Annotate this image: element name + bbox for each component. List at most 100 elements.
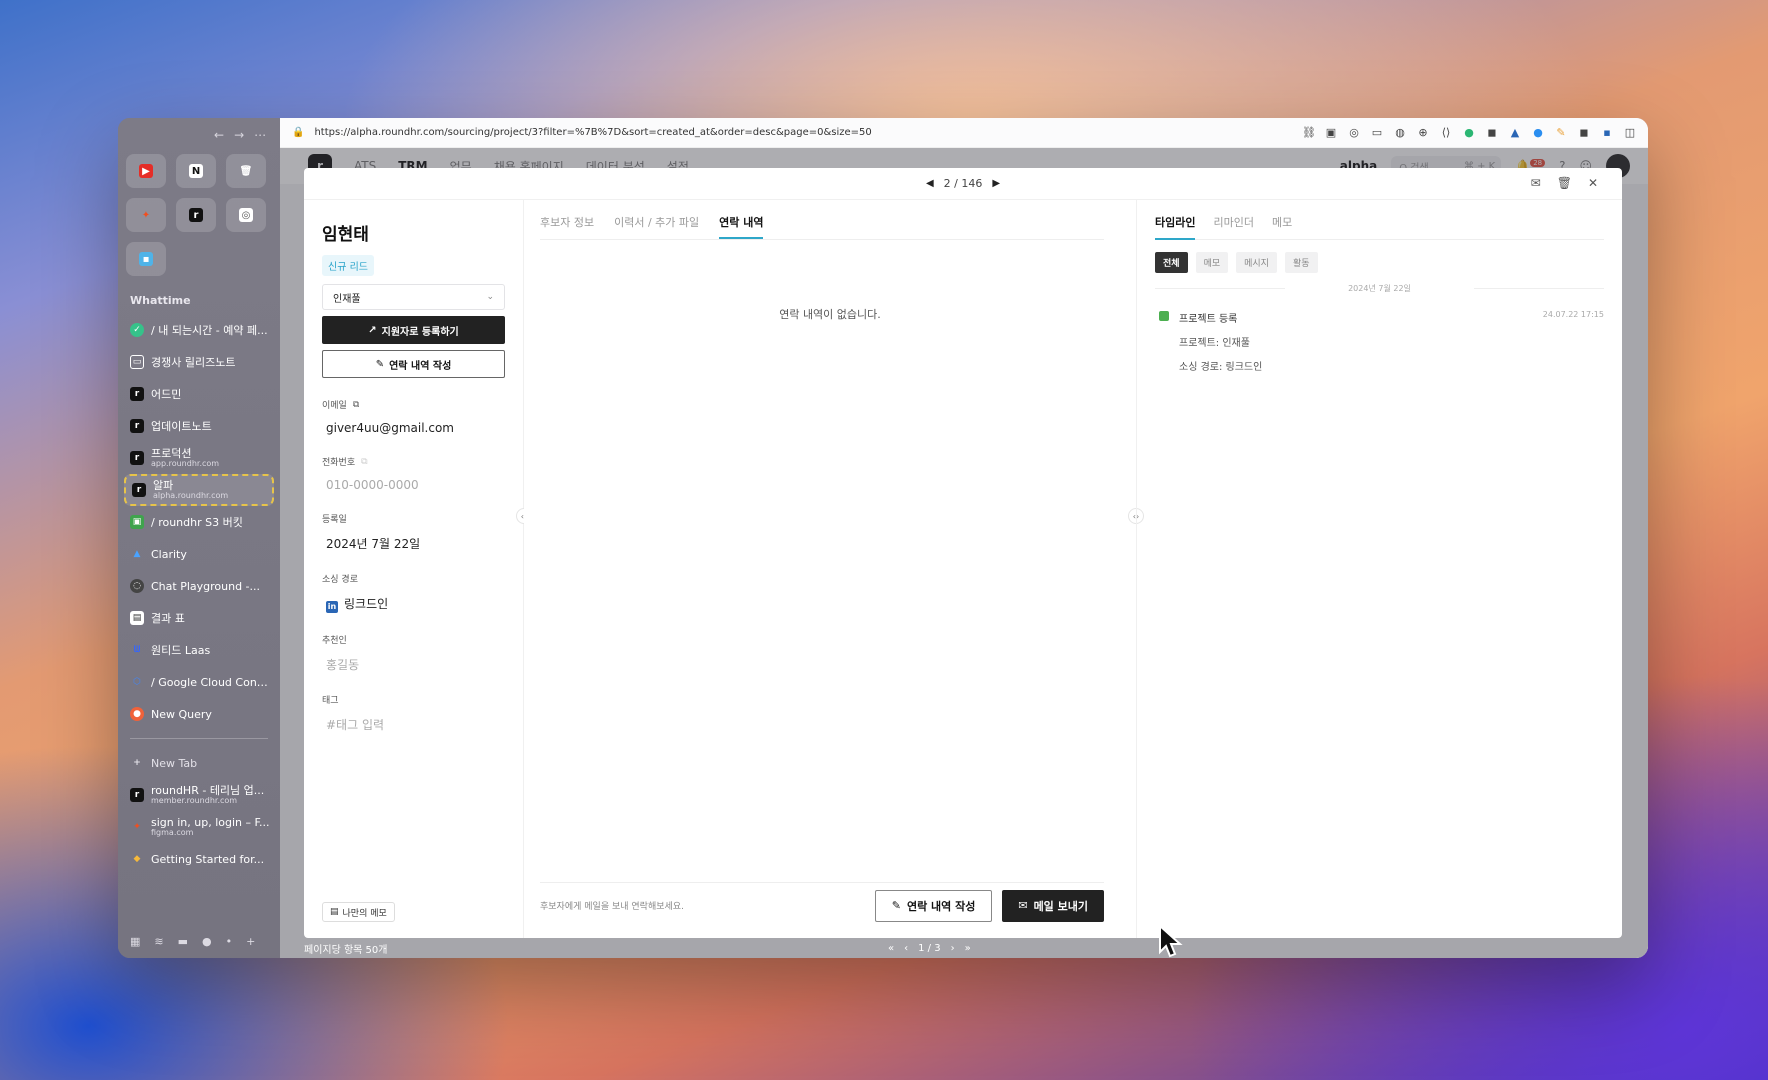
globe-icon[interactable]: ◍ <box>1394 126 1406 139</box>
roundhr-icon[interactable]: ◼ <box>1578 126 1590 139</box>
source-text: 링크드인 <box>344 597 389 611</box>
tab-resume-files[interactable]: 이력서 / 추가 파일 <box>614 214 699 239</box>
address-bar[interactable]: 🔒 https://alpha.roundhr.com/sourcing/pro… <box>280 118 1648 148</box>
pinned-youtube[interactable]: ▶ <box>126 154 166 188</box>
send-mail-label: 메일 보내기 <box>1033 899 1088 913</box>
tab-reminder[interactable]: 리마인더 <box>1213 214 1253 239</box>
project-select[interactable]: 인재풀 ⌄ <box>322 284 505 310</box>
sidebar-tab[interactable]: ◌ Chat Playground -... <box>124 570 274 602</box>
sidebar-tab[interactable]: r 프로덕션 app.roundhr.com <box>124 442 274 474</box>
sidebar-tab[interactable]: ✦ sign in, up, login – F... figma.com <box>124 811 274 843</box>
pinned-notion[interactable]: N <box>176 154 216 188</box>
contact-hint: 후보자에게 메일을 보내 연락해보세요. <box>540 902 684 912</box>
tab-contact-history[interactable]: 연락 내역 <box>719 214 764 239</box>
first-page-icon[interactable]: « <box>888 943 894 954</box>
pinned-app[interactable]: ▪ <box>126 242 166 276</box>
sidebar-toggle-icon[interactable]: ◫ <box>1624 126 1636 139</box>
prev-candidate-icon[interactable]: ◀ <box>926 178 934 189</box>
link-icon[interactable]: ⛓ <box>1302 126 1316 139</box>
mouse-cursor-icon <box>1159 924 1183 958</box>
email-value[interactable]: giver4uu@gmail.com <box>322 421 505 435</box>
copy-icon[interactable]: ⧉ <box>361 457 367 467</box>
filter-all[interactable]: 전체 <box>1155 252 1188 273</box>
forward-icon[interactable]: → <box>234 128 244 142</box>
sidebar-tab-active[interactable]: r 알파 alpha.roundhr.com <box>124 474 274 506</box>
contact-history-panel: 후보자 정보 이력서 / 추가 파일 연락 내역 연락 내역이 없습니다. 후보… <box>524 200 1136 938</box>
sidebar-tab[interactable]: ● New Query <box>124 698 274 730</box>
extension-icon[interactable]: ✎ <box>1555 126 1567 139</box>
timeline-panel: 타임라인 리마인더 메모 전체 메모 메시지 활동 2024년 7월 22일 프… <box>1136 200 1622 938</box>
my-memo-button[interactable]: ▤ 나만의 메모 <box>322 902 395 922</box>
pinned-figma[interactable]: ✦ <box>126 198 166 232</box>
copy-icon[interactable]: ⧉ <box>353 400 359 410</box>
prev-page-icon[interactable]: ‹ <box>904 943 908 954</box>
more-icon[interactable]: ⋯ <box>254 128 266 142</box>
space-dot-icon[interactable]: • <box>226 935 233 948</box>
candidate-modal: ◀ 2 / 146 ▶ ✉ 🗑 ✕ 임현태 신규 리드 인재풀 ⌄ ↗ 지원자로… <box>304 168 1622 938</box>
sidebar-tab[interactable]: ▭ 경쟁사 릴리즈노트 <box>124 346 274 378</box>
filter-activity[interactable]: 활동 <box>1284 252 1318 273</box>
sidebar-bottom-bar: ▦ ≋ ▬ ● • + <box>130 935 255 948</box>
registered-value[interactable]: 2024년 7월 22일 <box>322 535 505 552</box>
filter-message[interactable]: 메시지 <box>1236 252 1277 273</box>
timeline-date: 2024년 7월 22일 <box>1155 283 1604 294</box>
sidebar-tab[interactable]: r 업데이트노트 <box>124 410 274 442</box>
extension-icon[interactable]: ● <box>1532 126 1544 139</box>
next-candidate-icon[interactable]: ▶ <box>992 178 1000 189</box>
target-icon[interactable]: ⊕ <box>1417 126 1429 139</box>
close-icon[interactable]: ✕ <box>1588 176 1598 190</box>
tab-candidate-info[interactable]: 후보자 정보 <box>540 214 594 239</box>
referrer-label: 추천인 <box>322 635 347 646</box>
window-icon[interactable]: ▭ <box>1371 126 1383 139</box>
sidebar-tab[interactable]: ▲ Clarity <box>124 538 274 570</box>
last-page-icon[interactable]: » <box>965 943 971 954</box>
extension-icon[interactable]: ▪ <box>1601 126 1613 139</box>
wanted-icon: ᗯ <box>133 645 141 655</box>
capture-icon[interactable]: ▣ <box>1325 126 1337 139</box>
write-contact-button[interactable]: ✎ 연락 내역 작성 <box>322 350 505 378</box>
trash-icon[interactable]: 🗑 <box>1557 176 1572 190</box>
minus-icon[interactable]: ▬ <box>178 935 188 948</box>
tab-timeline[interactable]: 타임라인 <box>1155 214 1196 240</box>
candidate-profile: 임현태 신규 리드 인재풀 ⌄ ↗ 지원자로 등록하기 ✎ 연락 내역 작성 이… <box>304 200 524 938</box>
sidebar-tab[interactable]: ᗯ 원티드 Laas <box>124 634 274 666</box>
wifi-icon[interactable]: ≋ <box>154 935 163 948</box>
extension-icon[interactable]: ◼ <box>1486 126 1498 139</box>
tab-label: roundHR - 테리님 업... <box>151 783 265 797</box>
url-text[interactable]: https://alpha.roundhr.com/sourcing/proje… <box>314 127 871 138</box>
tag-input[interactable]: #태그 입력 <box>322 716 505 733</box>
sidebar-tab[interactable]: r roundHR - 테리님 업... member.roundhr.com <box>124 779 274 811</box>
tab-memo[interactable]: 메모 <box>1272 214 1292 239</box>
source-value[interactable]: in 링크드인 <box>322 595 505 613</box>
sidebar-tab[interactable]: ▤ 결과 표 <box>124 602 274 634</box>
next-page-icon[interactable]: › <box>951 943 955 954</box>
new-tab-button[interactable]: + New Tab <box>124 747 274 779</box>
pinned-camera[interactable]: ◎ <box>226 198 266 232</box>
filter-memo[interactable]: 메모 <box>1195 252 1229 273</box>
sidebar-tab[interactable]: ✓ / 내 되는시간 - 예약 페... <box>124 314 274 346</box>
back-icon[interactable]: ← <box>214 128 224 142</box>
sidebar-tab[interactable]: ◆ Getting Started for... <box>124 843 274 875</box>
phone-value[interactable]: 010-0000-0000 <box>322 478 505 492</box>
roundhr-icon: r <box>130 419 144 433</box>
tab-domain: member.roundhr.com <box>151 795 238 805</box>
pinned-roundhr[interactable]: r <box>176 198 216 232</box>
space-dot-icon[interactable]: ● <box>202 935 212 948</box>
add-space-icon[interactable]: + <box>246 935 255 948</box>
mail-icon[interactable]: ✉ <box>1531 176 1541 190</box>
tab-label: sign in, up, login – F... <box>151 815 270 829</box>
sidebar-tab[interactable]: ⬡ / Google Cloud Cons... <box>124 666 274 698</box>
sidebar-tab[interactable]: r 어드민 <box>124 378 274 410</box>
code-icon[interactable]: ⟨⟩ <box>1440 126 1452 139</box>
referrer-value[interactable]: 홍길동 <box>322 656 505 673</box>
per-page-label[interactable]: 페이지당 항목 50개 <box>304 941 387 956</box>
sidebar-tab[interactable]: ▣ / roundhr S3 버킷 <box>124 506 274 538</box>
archive-icon[interactable]: ▦ <box>130 935 140 948</box>
drive-icon[interactable]: ▲ <box>1509 126 1521 139</box>
extension-icon[interactable]: ● <box>1463 126 1475 139</box>
camera-icon[interactable]: ◎ <box>1348 126 1360 139</box>
pinned-trash[interactable]: 🗑 <box>226 154 266 188</box>
write-contact-button[interactable]: ✎ 연락 내역 작성 <box>874 889 993 922</box>
register-applicant-button[interactable]: ↗ 지원자로 등록하기 <box>322 316 505 344</box>
send-mail-button[interactable]: ✉ 메일 보내기 <box>1002 889 1104 922</box>
